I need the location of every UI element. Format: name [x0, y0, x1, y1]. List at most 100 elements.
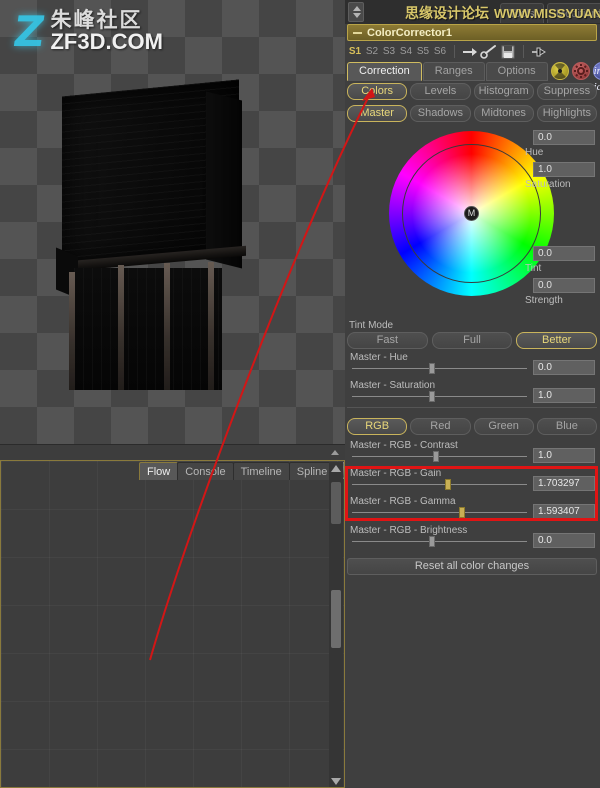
main-tab-bar: Correction Ranges Options i: [347, 62, 600, 93]
node-header-bar[interactable]: ColorCorrector1: [347, 24, 597, 41]
panel-empty-area: [345, 582, 600, 788]
tint-mode-full[interactable]: Full: [431, 332, 513, 349]
sub-tab-row-range: Master Shadows Midtones Highlights: [347, 105, 597, 122]
slider-master-hue-label: Master - Hue: [350, 352, 408, 363]
subtab-colors[interactable]: Colors: [347, 83, 408, 100]
slider-rgb-brightness-value[interactable]: 0.0: [533, 533, 595, 548]
watermark-left-text: 朱峰社区 ZF3D.COM: [50, 8, 162, 54]
fusion-compositing-window: Z 朱峰社区 ZF3D.COM Flow Console Timeline Sp…: [0, 0, 600, 788]
flow-tab-bar: Flow Console Timeline Spline i: [139, 462, 344, 480]
tab-flow[interactable]: Flow: [139, 462, 179, 480]
slider-master-hue-value[interactable]: 0.0: [533, 360, 595, 375]
slider-master-saturation-value[interactable]: 1.0: [533, 388, 595, 403]
tint-mode-options: Fast Full Better: [347, 332, 598, 349]
channel-tab-rgb[interactable]: RGB: [347, 418, 408, 435]
slider-rgb-contrast-handle[interactable]: [433, 451, 439, 462]
subtab-midtones[interactable]: Midtones: [473, 105, 534, 122]
channel-tab-green[interactable]: Green: [473, 418, 534, 435]
subtab-shadows[interactable]: Shadows: [410, 105, 471, 122]
gear-icon[interactable]: [571, 62, 590, 80]
strength-label: Strength: [525, 295, 563, 306]
channel-tab-red[interactable]: Red: [410, 418, 471, 435]
toolbar-separator: [454, 45, 455, 58]
slider-rgb-brightness-handle[interactable]: [429, 536, 435, 547]
tint-mode-fast[interactable]: Fast: [347, 332, 428, 349]
scroll-down-arrow-icon[interactable]: [331, 778, 341, 785]
strength-field[interactable]: 0.0: [533, 278, 595, 293]
pin-icon[interactable]: [530, 44, 548, 60]
tab-options[interactable]: Options: [485, 62, 548, 81]
hue-field[interactable]: 0.0: [533, 130, 595, 145]
slider-rgb-brightness-label: Master - RGB - Brightness: [350, 525, 468, 536]
state-button-s1[interactable]: S1: [347, 44, 363, 59]
tab-ranges[interactable]: Ranges: [422, 62, 485, 81]
slider-rgb-brightness: Master - RGB - Brightness 0.0: [347, 525, 597, 551]
subtab-suppress[interactable]: Suppress: [536, 83, 597, 100]
state-button-s4[interactable]: S4: [398, 44, 414, 59]
tab-correction[interactable]: Correction: [347, 62, 422, 81]
spinner-down-arrow-icon[interactable]: [353, 13, 361, 18]
slider-master-hue: Master - Hue 0.0: [347, 352, 597, 378]
flow-grid: [1, 461, 344, 787]
left-column: Z 朱峰社区 ZF3D.COM Flow Console Timeline Sp…: [0, 0, 345, 788]
slider-master-saturation-label: Master - Saturation: [350, 380, 436, 391]
state-button-s2[interactable]: S2: [364, 44, 380, 59]
channel-tab-row: RGB Red Green Blue: [347, 418, 597, 435]
collapse-minus-icon[interactable]: [353, 31, 362, 34]
info-icon[interactable]: info-icon: [592, 62, 600, 93]
scrollbar-thumb-upper[interactable]: [331, 482, 341, 524]
tab-console[interactable]: Console: [177, 462, 234, 480]
radiation-icon[interactable]: [550, 62, 569, 80]
watermark-right-cn: 思缘设计论坛: [405, 6, 489, 22]
tint-mode-label: Tint Mode: [349, 320, 394, 331]
sub-tab-row-colors: Colors Levels Histogram Suppress: [347, 83, 597, 100]
subtab-highlights[interactable]: Highlights: [536, 105, 597, 122]
section-divider: [347, 407, 597, 408]
state-toolbar: S1 S2 S3 S4 S5 S6: [347, 43, 597, 60]
flow-vertical-scrollbar[interactable]: [329, 462, 343, 787]
scroll-up-arrow-icon[interactable]: [331, 465, 341, 472]
render-building-base-lines: [74, 268, 222, 390]
panel-spinner[interactable]: [348, 2, 364, 22]
state-button-s6[interactable]: S6: [432, 44, 448, 59]
render-building-right-face: [206, 91, 242, 269]
scrollbar-thumb[interactable]: [331, 590, 341, 648]
tab-timeline[interactable]: Timeline: [232, 462, 290, 480]
spinner-up-arrow-icon[interactable]: [353, 6, 361, 11]
annotation-rect-gain-gamma: [345, 466, 598, 521]
wand-icon[interactable]: [480, 44, 498, 60]
tint-label: Tint: [525, 263, 542, 274]
watermark-left: Z 朱峰社区 ZF3D.COM: [10, 7, 163, 57]
render-column: [118, 265, 124, 390]
saturation-field[interactable]: 1.0: [533, 162, 595, 177]
subtab-master[interactable]: Master: [347, 105, 408, 122]
watermark-right-en: WWW.MISSYUAN.COM: [494, 6, 600, 21]
slider-rgb-contrast-track[interactable]: [352, 456, 527, 457]
slider-master-saturation-track[interactable]: [352, 396, 527, 397]
color-wheel-center-marker[interactable]: M: [464, 206, 479, 221]
slider-master-hue-track[interactable]: [352, 368, 527, 369]
flow-panel[interactable]: Flow Console Timeline Spline i Merge1 (M…: [0, 460, 345, 788]
watermark-left-cn: 朱峰社区: [50, 8, 143, 32]
image-viewport[interactable]: Z 朱峰社区 ZF3D.COM: [0, 0, 345, 460]
subtab-levels[interactable]: Levels: [410, 83, 471, 100]
slider-master-saturation-handle[interactable]: [429, 391, 435, 402]
state-button-s5[interactable]: S5: [415, 44, 431, 59]
toolbar-separator: [523, 45, 524, 58]
watermark-logo-icon: Z: [10, 7, 48, 57]
arrow-right-icon[interactable]: [461, 44, 479, 60]
node-title: ColorCorrector1: [367, 26, 452, 39]
slider-rgb-contrast-value[interactable]: 1.0: [533, 448, 595, 463]
state-button-s3[interactable]: S3: [381, 44, 397, 59]
viewport-collapse-arrow-icon[interactable]: [331, 450, 339, 455]
tint-field[interactable]: 0.0: [533, 246, 595, 261]
slider-master-hue-handle[interactable]: [429, 363, 435, 374]
channel-tab-blue[interactable]: Blue: [536, 418, 597, 435]
slider-rgb-brightness-track[interactable]: [352, 541, 527, 542]
reset-all-color-changes-button[interactable]: Reset all color changes: [347, 558, 597, 575]
subtab-histogram[interactable]: Histogram: [473, 83, 534, 100]
slider-master-saturation: Master - Saturation 1.0: [347, 380, 597, 406]
tint-mode-better[interactable]: Better: [516, 332, 598, 349]
hue-label: Hue: [525, 147, 544, 158]
save-disk-icon[interactable]: [499, 44, 517, 60]
